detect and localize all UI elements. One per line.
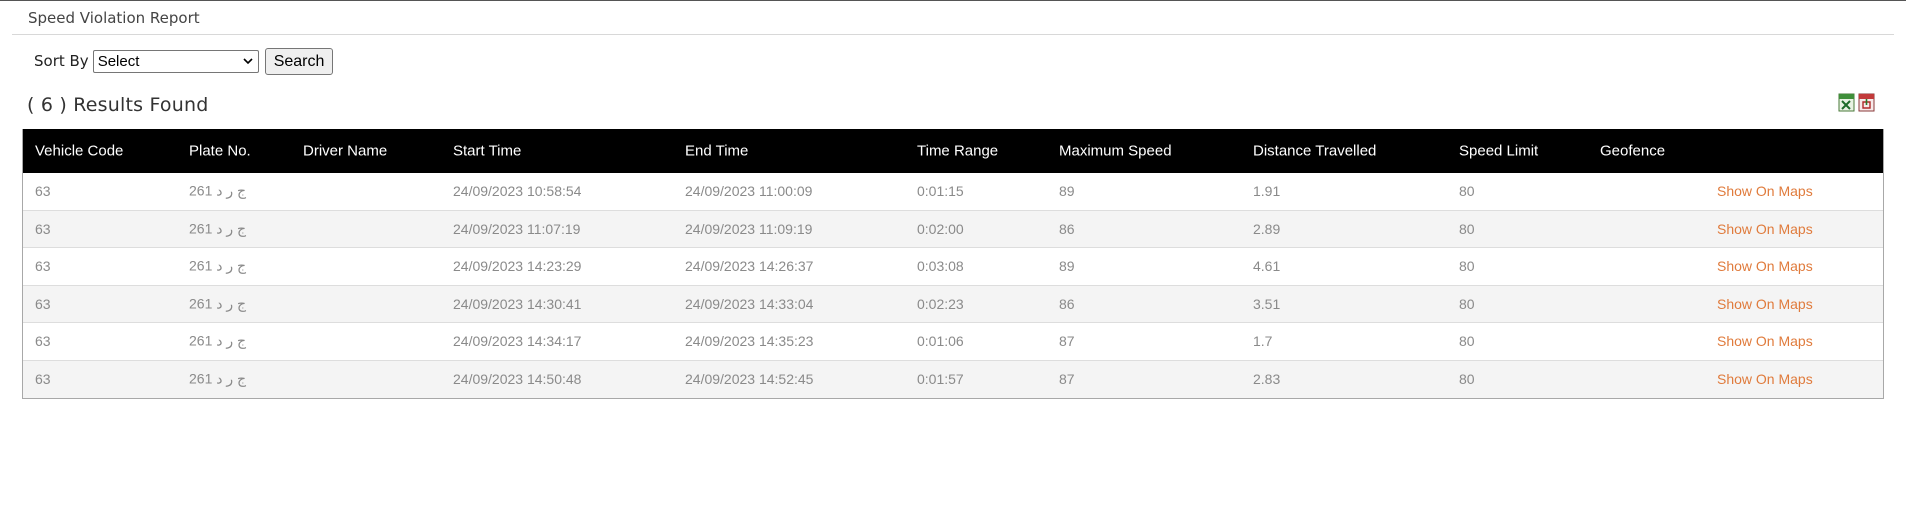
cell-speed-limit: 80: [1459, 371, 1475, 388]
cell-time-range: 0:03:08: [917, 258, 964, 275]
table-row: 63 261 ج ر د 24/09/2023 11:07:19 24/09/2…: [23, 210, 1883, 248]
cell-vehicle-code: 63: [35, 333, 51, 350]
cell-distance-travelled: 2.83: [1253, 371, 1281, 388]
cell-speed-limit: 80: [1459, 183, 1475, 200]
column-header-driver-name[interactable]: Driver Name: [303, 143, 387, 160]
cell-end-time: 24/09/2023 14:35:23: [685, 333, 814, 350]
column-header-maximum-speed[interactable]: Maximum Speed: [1059, 143, 1172, 160]
search-button[interactable]: Search: [264, 47, 334, 75]
cell-speed-limit: 80: [1459, 258, 1475, 275]
cell-start-time: 24/09/2023 14:34:17: [453, 333, 582, 350]
cell-distance-travelled: 1.7: [1253, 333, 1273, 350]
cell-plate-no: 261 ج ر د: [189, 220, 247, 237]
cell-plate-no: 261 ج ر د: [189, 295, 247, 312]
cell-end-time: 24/09/2023 14:26:37: [685, 258, 814, 275]
cell-time-range: 0:01:57: [917, 371, 964, 388]
column-header-geofence[interactable]: Geofence: [1600, 143, 1665, 160]
cell-plate-no: 261 ج ر د: [189, 370, 247, 387]
column-header-end-time[interactable]: End Time: [685, 143, 748, 160]
table-row: 63 261 ج ر د 24/09/2023 10:58:54 24/09/2…: [23, 173, 1883, 211]
show-on-maps-link[interactable]: Show On Maps: [1717, 221, 1813, 237]
cell-time-range: 0:02:23: [917, 295, 964, 312]
report-title-bar: Speed Violation Report: [12, 1, 1894, 35]
cell-start-time: 24/09/2023 14:50:48: [453, 371, 582, 388]
results-count-heading: ( 6 ) Results Found: [27, 94, 209, 116]
show-on-maps-link[interactable]: Show On Maps: [1717, 296, 1813, 312]
table-row: 63 261 ج ر د 24/09/2023 14:50:48 24/09/2…: [23, 360, 1883, 398]
cell-end-time: 24/09/2023 11:00:09: [685, 183, 813, 200]
cell-end-time: 24/09/2023 11:09:19: [685, 220, 813, 237]
cell-maximum-speed: 87: [1059, 333, 1075, 350]
cell-speed-limit: 80: [1459, 220, 1475, 237]
column-header-speed-limit[interactable]: Speed Limit: [1459, 143, 1538, 160]
sort-by-label: Sort By: [34, 52, 89, 70]
cell-time-range: 0:01:06: [917, 333, 964, 350]
show-on-maps-link[interactable]: Show On Maps: [1717, 371, 1813, 387]
cell-vehicle-code: 63: [35, 371, 51, 388]
cell-speed-limit: 80: [1459, 333, 1475, 350]
cell-start-time: 24/09/2023 10:58:54: [453, 183, 582, 200]
cell-start-time: 24/09/2023 14:30:41: [453, 295, 582, 312]
cell-distance-travelled: 4.61: [1253, 258, 1281, 275]
column-header-plate-no[interactable]: Plate No.: [189, 143, 251, 160]
cell-start-time: 24/09/2023 11:07:19: [453, 220, 581, 237]
cell-vehicle-code: 63: [35, 183, 51, 200]
cell-vehicle-code: 63: [35, 258, 51, 275]
sort-toolbar: Sort By Select Search: [34, 47, 334, 75]
cell-maximum-speed: 86: [1059, 295, 1075, 312]
page-title: Speed Violation Report: [28, 9, 200, 27]
cell-time-range: 0:02:00: [917, 220, 964, 237]
cell-plate-no: 261 ج ر د: [189, 332, 247, 349]
show-on-maps-link[interactable]: Show On Maps: [1717, 333, 1813, 349]
cell-distance-travelled: 2.89: [1253, 220, 1281, 237]
column-header-vehicle-code[interactable]: Vehicle Code: [35, 143, 123, 160]
cell-maximum-speed: 89: [1059, 258, 1075, 275]
cell-maximum-speed: 89: [1059, 183, 1075, 200]
show-on-maps-link[interactable]: Show On Maps: [1717, 183, 1813, 199]
cell-plate-no: 261 ج ر د: [189, 257, 247, 274]
column-header-time-range[interactable]: Time Range: [917, 143, 998, 160]
cell-end-time: 24/09/2023 14:33:04: [685, 295, 814, 312]
cell-distance-travelled: 1.91: [1253, 183, 1281, 200]
table-row: 63 261 ج ر د 24/09/2023 14:34:17 24/09/2…: [23, 323, 1883, 361]
cell-vehicle-code: 63: [35, 295, 51, 312]
show-on-maps-link[interactable]: Show On Maps: [1717, 258, 1813, 274]
report-page: Speed Violation Report Sort By Select Se…: [0, 0, 1906, 507]
table-header: Vehicle Code Plate No. Driver Name Start…: [23, 129, 1883, 173]
cell-vehicle-code: 63: [35, 220, 51, 237]
table-row: 63 261 ج ر د 24/09/2023 14:30:41 24/09/2…: [23, 285, 1883, 323]
cell-maximum-speed: 86: [1059, 220, 1075, 237]
column-header-start-time[interactable]: Start Time: [453, 143, 521, 160]
cell-end-time: 24/09/2023 14:52:45: [685, 371, 814, 388]
sort-by-select[interactable]: Select: [92, 49, 259, 73]
table-row: 63 261 ج ر د 24/09/2023 14:23:29 24/09/2…: [23, 248, 1883, 286]
violations-table: Vehicle Code Plate No. Driver Name Start…: [22, 129, 1884, 399]
export-toolbar: [1838, 93, 1875, 112]
cell-speed-limit: 80: [1459, 295, 1475, 312]
cell-maximum-speed: 87: [1059, 371, 1075, 388]
chevron-down-icon: [243, 57, 253, 64]
cell-plate-no: 261 ج ر د: [189, 182, 247, 199]
cell-time-range: 0:01:15: [917, 183, 964, 200]
pdf-export-icon[interactable]: [1858, 93, 1875, 112]
cell-start-time: 24/09/2023 14:23:29: [453, 258, 582, 275]
sort-by-selected-value: Select: [97, 52, 140, 70]
excel-export-icon[interactable]: [1838, 93, 1855, 112]
cell-distance-travelled: 3.51: [1253, 295, 1281, 312]
column-header-distance-travelled[interactable]: Distance Travelled: [1253, 143, 1376, 160]
